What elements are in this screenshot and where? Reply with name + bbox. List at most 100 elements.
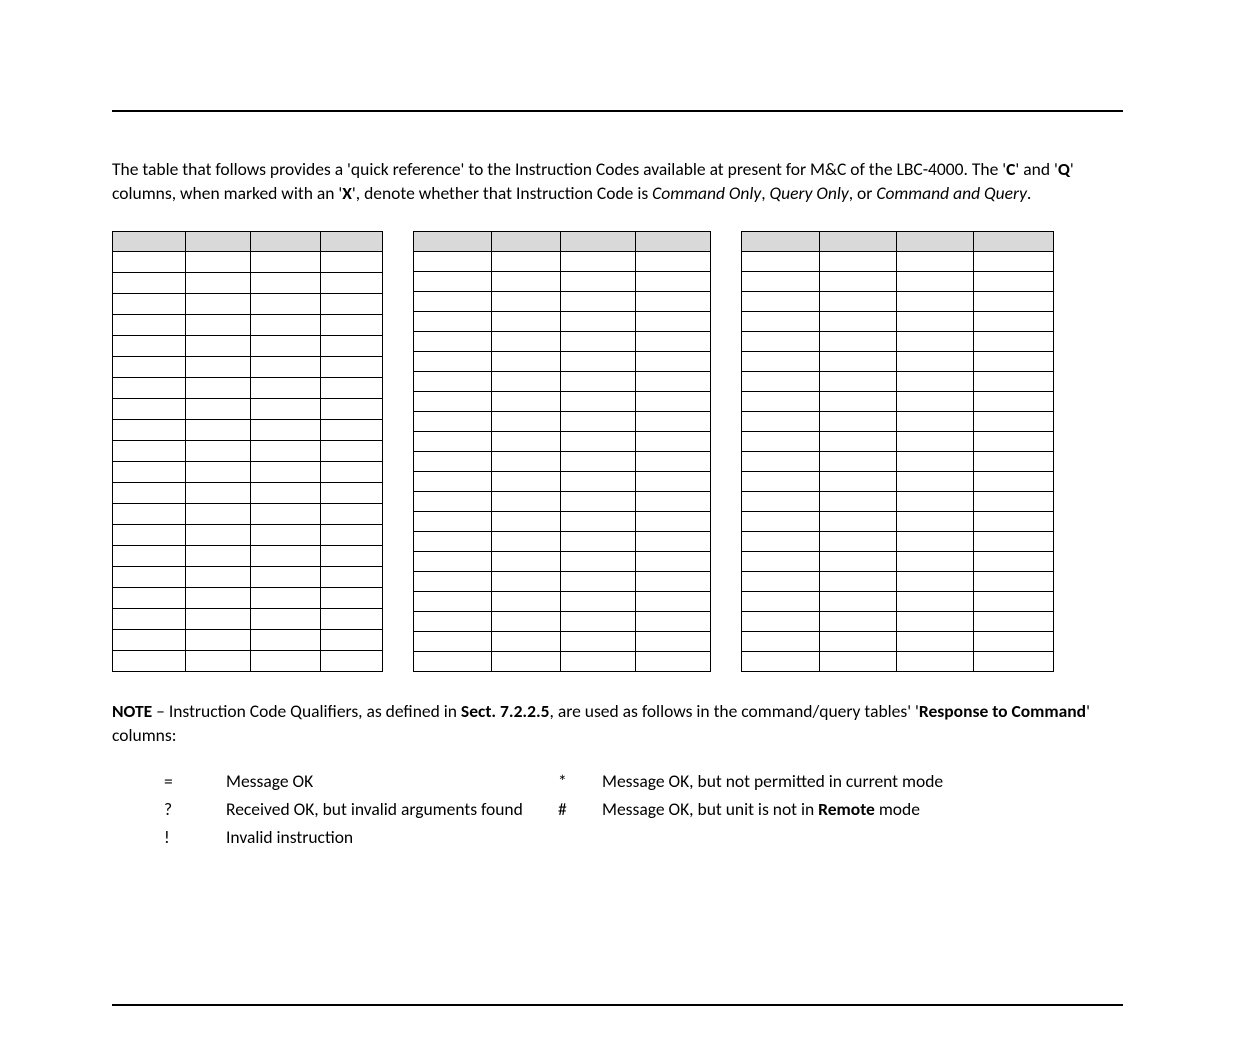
table-cell	[492, 332, 561, 352]
table-row	[414, 252, 711, 272]
table-cell	[820, 572, 897, 592]
table-cell	[974, 572, 1054, 592]
table-cell	[414, 312, 492, 332]
table-row	[113, 567, 383, 588]
command-and-query: Command and Query	[876, 182, 1027, 204]
table-cell	[897, 272, 974, 292]
table-row	[113, 252, 383, 273]
table-cell	[820, 612, 897, 632]
table-cell	[742, 572, 820, 592]
table-cell	[974, 252, 1054, 272]
table-cell	[897, 372, 974, 392]
table-cell	[492, 272, 561, 292]
table-cell	[742, 612, 820, 632]
table-row	[414, 332, 711, 352]
table-header-cell	[561, 232, 636, 252]
table-cell	[251, 525, 321, 546]
table-cell	[321, 567, 383, 588]
table-cell	[897, 592, 974, 612]
table-cell	[820, 292, 897, 312]
table-cell	[974, 372, 1054, 392]
table-cell	[561, 572, 636, 592]
table-row	[414, 612, 711, 632]
document-page: The table that follows provides a 'quick…	[0, 110, 1235, 1064]
table-cell	[897, 252, 974, 272]
table-cell	[321, 651, 383, 672]
table-cell	[186, 273, 251, 294]
table-cell	[113, 315, 186, 336]
table-row	[113, 504, 383, 525]
table-cell	[321, 588, 383, 609]
table-row	[113, 399, 383, 420]
table-cell	[820, 352, 897, 372]
intro-text: .	[1027, 182, 1031, 204]
table-cell	[636, 632, 711, 652]
qualifier-desc: Received OK, but invalid arguments found	[226, 796, 556, 822]
table-row	[742, 292, 1054, 312]
table-cell	[113, 399, 186, 420]
table-cell	[251, 399, 321, 420]
table-cell	[820, 332, 897, 352]
table-cell	[113, 588, 186, 609]
qualifier-desc: Message OK	[226, 768, 556, 794]
table-cell	[321, 336, 383, 357]
table-cell	[561, 472, 636, 492]
table-cell	[492, 432, 561, 452]
table-cell	[897, 392, 974, 412]
table-cell	[251, 294, 321, 315]
table-cell	[636, 272, 711, 292]
table-header-cell	[321, 232, 383, 252]
table-cell	[974, 272, 1054, 292]
table-cell	[636, 532, 711, 552]
table-cell	[251, 420, 321, 441]
table-cell	[113, 441, 186, 462]
table-cell	[113, 252, 186, 273]
table-cell	[492, 372, 561, 392]
table-cell	[561, 532, 636, 552]
table-row	[414, 652, 711, 672]
table-cell	[897, 652, 974, 672]
table-row	[742, 252, 1054, 272]
table-row	[113, 525, 383, 546]
table-cell	[321, 609, 383, 630]
table-cell	[974, 472, 1054, 492]
table-cell	[974, 552, 1054, 572]
table-cell	[742, 432, 820, 452]
bottom-rule	[112, 1004, 1123, 1006]
table-cell	[897, 632, 974, 652]
table-cell	[414, 352, 492, 372]
table-cell	[742, 492, 820, 512]
table-cell	[974, 492, 1054, 512]
table-cell	[414, 332, 492, 352]
table-cell	[113, 273, 186, 294]
table-cell	[186, 504, 251, 525]
table-cell	[897, 512, 974, 532]
table-cell	[186, 357, 251, 378]
table-cell	[742, 592, 820, 612]
letter-q: Q	[1058, 158, 1070, 180]
table-cell	[186, 399, 251, 420]
table-cell	[742, 652, 820, 672]
table-cell	[561, 372, 636, 392]
table-cell	[186, 567, 251, 588]
table-cell	[251, 546, 321, 567]
table-cell	[186, 294, 251, 315]
table-cell	[414, 432, 492, 452]
table-cell	[414, 632, 492, 652]
table-cell	[897, 412, 974, 432]
table-row	[414, 412, 711, 432]
table-cell	[636, 332, 711, 352]
note-text: , are used as follows in the command/que…	[550, 700, 919, 722]
table-header-cell	[742, 232, 820, 252]
table-row	[113, 420, 383, 441]
table-row	[414, 512, 711, 532]
table-row	[113, 483, 383, 504]
table-cell	[897, 552, 974, 572]
table-cell	[321, 378, 383, 399]
table-cell	[561, 392, 636, 412]
table-cell	[492, 252, 561, 272]
reference-table-3	[741, 231, 1054, 672]
intro-text: The table that follows provides a 'quick…	[112, 158, 1006, 180]
table-cell	[251, 651, 321, 672]
table-cell	[251, 357, 321, 378]
